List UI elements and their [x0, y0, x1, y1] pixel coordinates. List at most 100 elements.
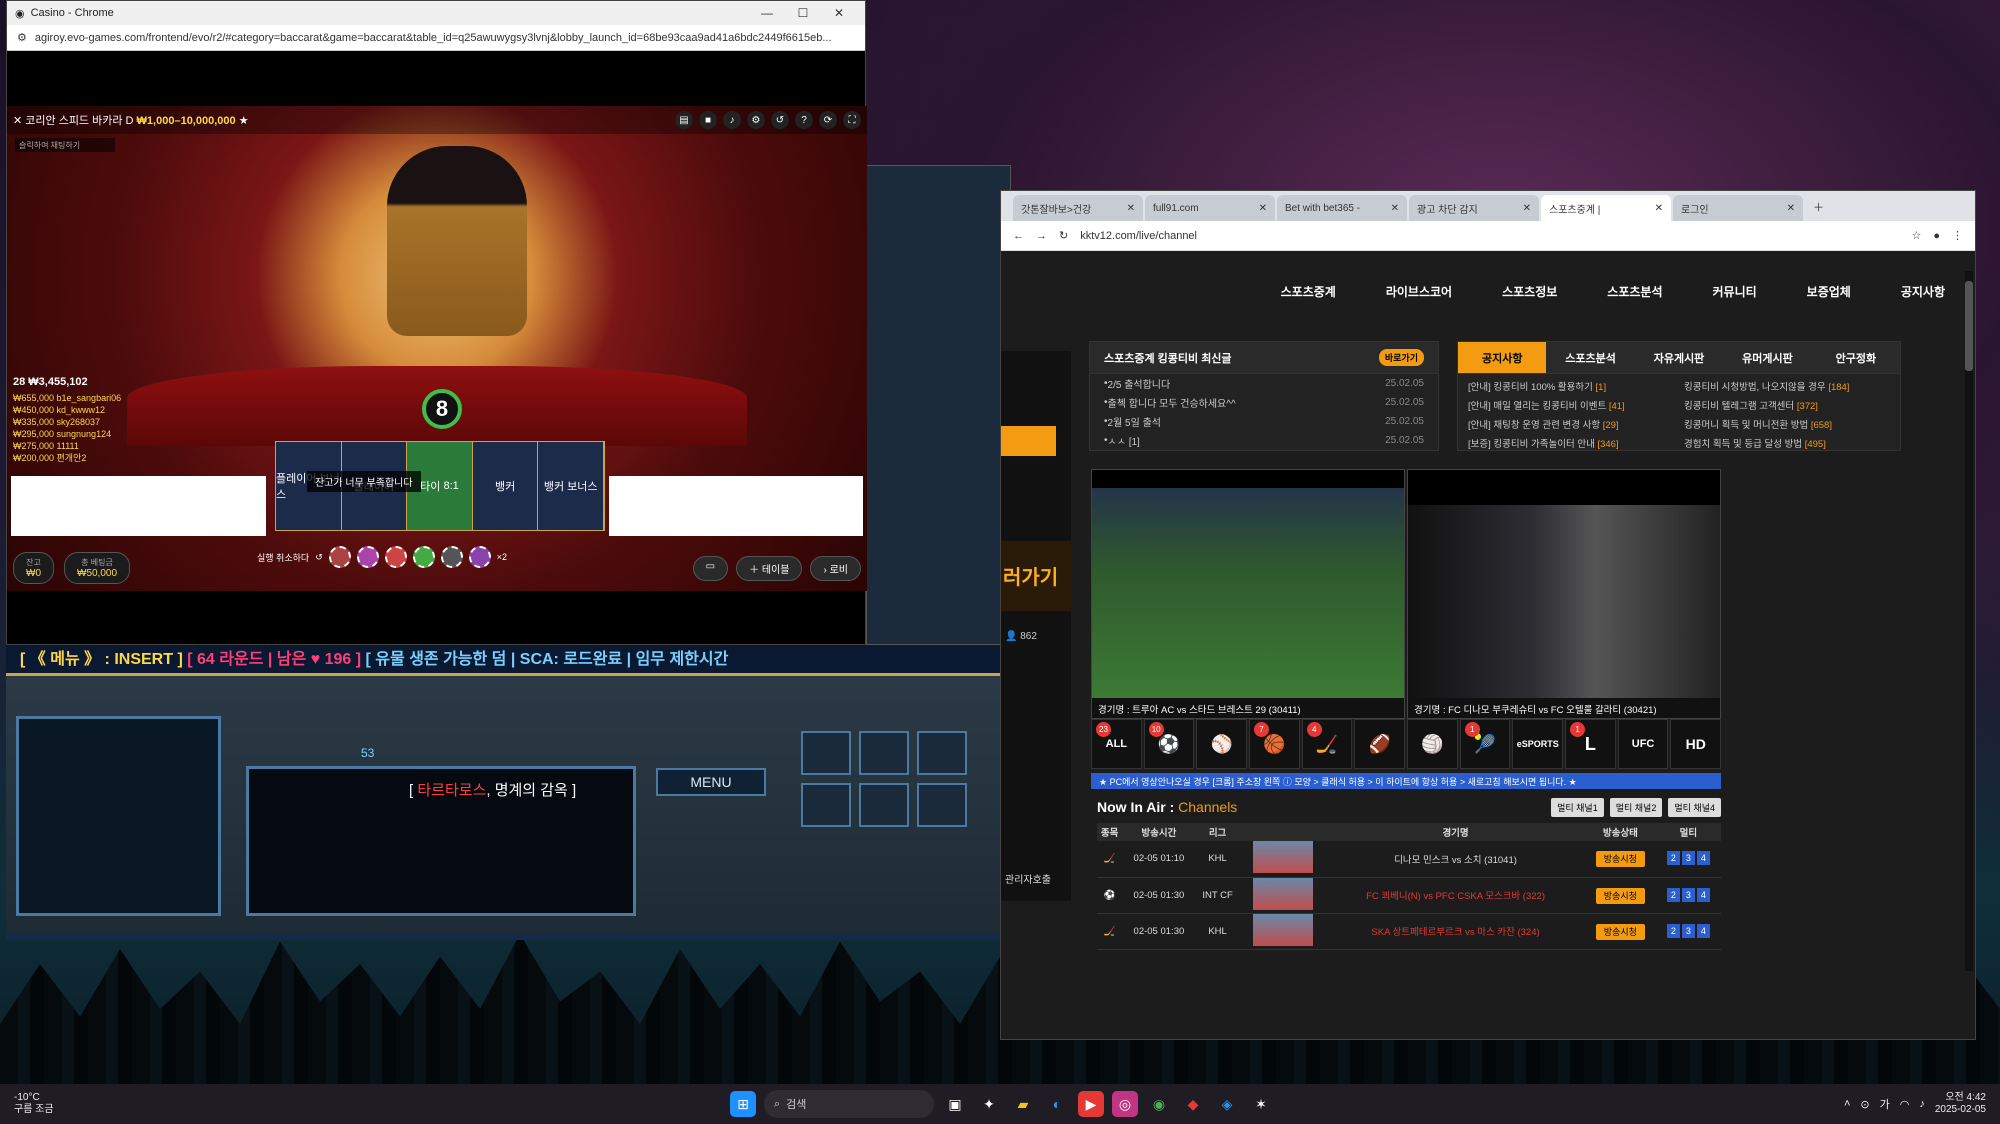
soccer-icon[interactable]: 10 ⚽ — [1143, 719, 1195, 769]
command-button[interactable] — [801, 783, 851, 827]
basketball-icon[interactable]: 7 🏀 — [1249, 719, 1300, 769]
notice-item[interactable]: 경험치 획득 및 등급 달성 방법 [495] — [1684, 435, 1890, 454]
hockey-icon[interactable]: 4 🏒 — [1301, 719, 1353, 769]
multi-channel-button[interactable]: 멀티 채널4 — [1668, 797, 1721, 817]
video-player-1[interactable]: 경기명 : 트루아 AC vs 스타드 브레스트 29 (30411) — [1091, 469, 1405, 719]
sport-all-icon[interactable]: 23 ALL — [1091, 719, 1142, 769]
lobby-button[interactable]: › 로비 — [810, 555, 861, 581]
clock[interactable]: 오전 4:42 2025-02-05 — [1935, 1092, 1986, 1116]
watch-button[interactable]: 방송시청 — [1595, 923, 1645, 940]
watch-button[interactable]: 방송시청 — [1595, 887, 1645, 904]
fullscreen-icon[interactable]: ⛶ — [843, 111, 861, 129]
weather-widget[interactable]: -10°C 구름 조금 — [14, 1092, 54, 1116]
sidebar-banner[interactable]: 러가기 — [1001, 541, 1071, 611]
game-menu-button[interactable]: MENU — [656, 768, 766, 796]
banker-bonus-spot[interactable]: 뱅커 보너스 — [538, 442, 604, 530]
news-item[interactable]: • ㅅㅅ [1] 25.02.05 — [1090, 431, 1438, 450]
profile-icon[interactable]: ● — [1933, 230, 1940, 242]
chat-toggle-icon[interactable]: ▭ — [692, 555, 729, 581]
chevron-up-icon[interactable]: ˄ — [1844, 1098, 1850, 1110]
app-icon[interactable]: ◈ — [1214, 1091, 1240, 1117]
hd-icon[interactable]: HD — [1670, 719, 1722, 769]
notice-item[interactable]: [안내] 채팅창 운영 관련 변경 사항 [29] — [1468, 416, 1674, 435]
watch-button[interactable]: 방송시청 — [1595, 851, 1645, 868]
table-row[interactable]: ⚽ 02-05 01:30 INT CF FC 쾨베니(N) vs PFC CS… — [1097, 877, 1721, 914]
history-icon[interactable]: ↺ — [771, 111, 789, 129]
lol-icon[interactable]: 1L — [1565, 719, 1616, 769]
more-button[interactable]: 바로가기 — [1378, 349, 1424, 366]
game-window[interactable]: [ 《 메뉴 》 : INSERT ] [ 64 라운드 | 남은 ♥ 196 … — [6, 645, 1000, 940]
minimize-icon[interactable]: — — [749, 6, 785, 20]
multi-channel-button[interactable]: 멀티 채널1 — [1551, 797, 1604, 817]
windows-start-icon[interactable]: ⊞ — [730, 1091, 756, 1117]
command-button[interactable] — [917, 731, 967, 775]
board-tab[interactable]: 자유게시판 — [1635, 342, 1723, 373]
help-icon[interactable]: ? — [795, 111, 813, 129]
table-row[interactable]: 🏒 02-05 01:30 KHL SKA 상트페테르부르크 vs 마스 카잔 … — [1097, 913, 1721, 950]
copilot-icon[interactable]: ✦ — [976, 1091, 1002, 1117]
nav-item[interactable]: 보증업체 — [1807, 283, 1851, 300]
nav-item[interactable]: 공지사항 — [1901, 283, 1945, 300]
tennis-icon[interactable]: 1 🎾 — [1459, 719, 1511, 769]
board-tab[interactable]: 유머게시판 — [1723, 342, 1811, 373]
nav-item[interactable]: 스포츠중계 — [1281, 283, 1336, 300]
baseball-icon[interactable]: ⚾ — [1196, 719, 1248, 769]
back-icon[interactable]: ← — [1013, 230, 1024, 242]
casino-address-bar[interactable]: ⚙ agiroy.evo-games.com/frontend/evo/r2/#… — [7, 25, 865, 51]
chat-input[interactable]: 슬릭하여 채팅하기 — [15, 138, 115, 152]
board-tab[interactable]: 스포츠분석 — [1546, 342, 1634, 373]
casino-url[interactable]: agiroy.evo-games.com/frontend/evo/r2/#ca… — [35, 32, 832, 44]
volleyball-icon[interactable]: 🏐 — [1407, 719, 1458, 769]
football-icon[interactable]: 🏈 — [1354, 719, 1406, 769]
nav-item[interactable]: 스포츠분석 — [1607, 283, 1662, 300]
multi-channel-button[interactable]: 멀티 채널2 — [1609, 797, 1663, 817]
site-info-icon[interactable]: ⚙ — [17, 31, 27, 44]
reload-icon[interactable]: ↻ — [1059, 229, 1068, 242]
close-icon[interactable]: ✕ — [821, 6, 857, 20]
background-window[interactable] — [866, 165, 1011, 645]
notice-item[interactable]: [안내] 매일 열리는 킹콩티비 이벤트 [41] — [1468, 397, 1674, 416]
minimap[interactable] — [16, 716, 221, 916]
notice-item[interactable]: [보증] 킹콩티비 가족놀이터 안내 [346] — [1468, 435, 1674, 454]
edge-icon[interactable]: ◐ — [1044, 1091, 1070, 1117]
banker-spot[interactable]: 뱅커 — [473, 442, 539, 530]
forward-icon[interactable]: → — [1036, 230, 1047, 242]
video-icon[interactable]: ■ — [699, 111, 717, 129]
video-player-2[interactable]: 경기명 : FC 디나모 부쿠레슈티 vs FC 오텔룰 갈라티 (30421) — [1407, 469, 1721, 719]
youtube-icon[interactable]: ▶ — [1078, 1091, 1104, 1117]
nav-item[interactable]: 스포츠정보 — [1502, 283, 1557, 300]
tab[interactable]: 갓톤잘바보>건강 ✕ — [1013, 195, 1143, 221]
command-button[interactable] — [801, 731, 851, 775]
board-tab[interactable]: 안구정화 — [1812, 342, 1900, 373]
favorite-star-icon[interactable]: ★ — [236, 114, 249, 127]
notice-item[interactable]: [안내] 킹콩티비 100% 활용하기 [1] — [1468, 378, 1674, 397]
notice-item[interactable]: 킹콩티비 텔레그램 고객센터 [372] — [1684, 397, 1890, 416]
tab[interactable]: full91.com ✕ — [1145, 195, 1275, 221]
kk-url[interactable]: kktv12.com/live/channel — [1080, 230, 1197, 242]
tab[interactable]: Bet with bet365 - ✕ — [1277, 195, 1407, 221]
kebab-menu-icon[interactable]: ⋮ — [1952, 229, 1963, 242]
refresh-icon[interactable]: ⟳ — [819, 111, 837, 129]
admin-call-button[interactable]: 관리자호출 — [1005, 871, 1051, 886]
news-item[interactable]: • 2/5 출석합니다 25.02.05 — [1090, 374, 1438, 393]
sound-icon[interactable]: ♪ — [723, 111, 741, 129]
network-icon[interactable]: ⊙ — [1860, 1098, 1869, 1111]
esports-icon[interactable]: eSPORTS — [1512, 719, 1564, 769]
notice-item[interactable]: 킹콩머니 획득 및 머니전환 방법 [658] — [1684, 416, 1890, 435]
taskbar-search[interactable]: ⌕ 검색 — [764, 1090, 934, 1118]
kk-address-bar[interactable]: ← → ↻ kktv12.com/live/channel ☆ ● ⋮ — [1001, 221, 1975, 251]
tab-active[interactable]: 스포츠중계 | ✕ — [1541, 195, 1671, 221]
sidebar-button[interactable] — [1001, 426, 1056, 456]
page-scrollbar[interactable] — [1965, 271, 1973, 971]
command-button[interactable] — [859, 783, 909, 827]
scrollbar-thumb[interactable] — [1965, 281, 1973, 371]
command-button[interactable] — [917, 783, 967, 827]
bookmark-star-icon[interactable]: ☆ — [1911, 229, 1921, 242]
news-item[interactable]: • 2월 5일 출석 25.02.05 — [1090, 412, 1438, 431]
ufc-icon[interactable]: UFC — [1617, 719, 1669, 769]
starcraft-icon[interactable]: ✶ — [1248, 1091, 1274, 1117]
exit-icon[interactable]: ✕ — [13, 114, 22, 127]
chrome-icon[interactable]: ◉ — [1146, 1091, 1172, 1117]
volume-icon[interactable]: ♪ — [1919, 1098, 1925, 1110]
tab[interactable]: 광고 차단 감지 ✕ — [1409, 195, 1539, 221]
